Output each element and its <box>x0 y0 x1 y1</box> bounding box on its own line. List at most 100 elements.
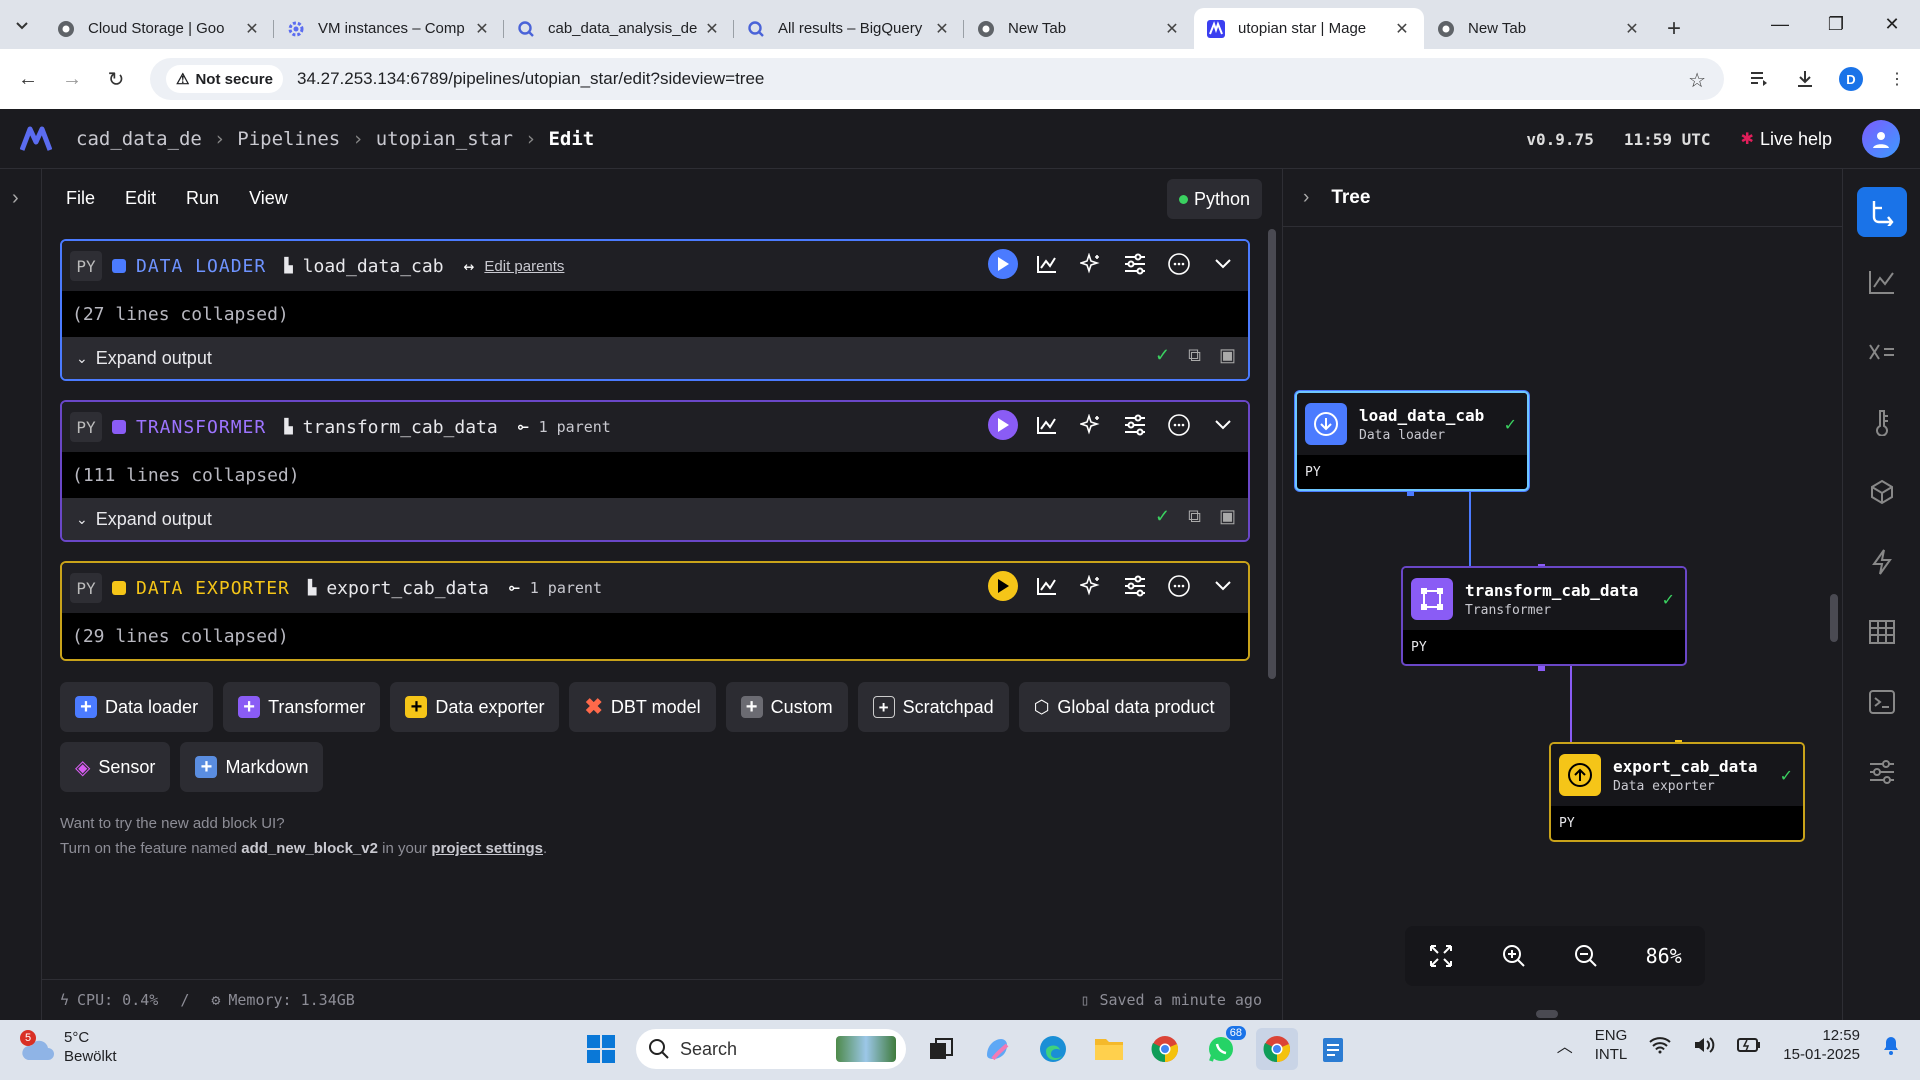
run-block-button[interactable] <box>988 249 1018 279</box>
add-global-data-product-button[interactable]: ⬡ Global data product <box>1018 682 1230 732</box>
file-explorer-icon[interactable] <box>1088 1028 1130 1070</box>
profile-avatar[interactable]: D <box>1828 59 1874 99</box>
save-icon[interactable]: ▣ <box>1219 345 1236 366</box>
close-icon[interactable]: ✕ <box>242 19 262 39</box>
settings-sliders-icon[interactable] <box>1120 571 1150 601</box>
download-icon[interactable] <box>1782 59 1828 99</box>
run-block-button[interactable] <box>988 571 1018 601</box>
notification-bell-icon[interactable] <box>1882 1035 1900 1055</box>
media-control-icon[interactable] <box>1736 59 1782 99</box>
variables-icon[interactable] <box>1857 327 1907 377</box>
open-external-icon[interactable]: ⧉ <box>1188 345 1201 366</box>
close-icon[interactable]: ✕ <box>472 19 492 39</box>
ai-sparkle-icon[interactable] <box>1076 249 1106 279</box>
tree-node-transformer[interactable]: transform_cab_data Transformer ✓ PY <box>1401 566 1687 666</box>
project-settings-link[interactable]: project settings <box>431 840 543 857</box>
add-transformer-button[interactable]: + Transformer <box>223 682 381 732</box>
parents-link[interactable]: ⟜ 1 parent <box>518 417 611 438</box>
user-avatar[interactable] <box>1862 120 1900 158</box>
breadcrumb-pipeline[interactable]: utopian_star <box>376 128 513 150</box>
notepad-icon[interactable] <box>1312 1028 1354 1070</box>
taskbar-search[interactable]: Search <box>636 1029 906 1069</box>
output-bar[interactable]: ⌄ Expand output ✓ ⧉ ▣ <box>62 337 1248 379</box>
add-scratchpad-button[interactable]: + Scratchpad <box>857 682 1009 732</box>
settings-sliders-icon[interactable] <box>1857 747 1907 797</box>
chrome-profile-icon[interactable] <box>1256 1028 1298 1070</box>
add-sensor-button[interactable]: ◈ Sensor <box>60 742 171 792</box>
chrome-icon[interactable] <box>1144 1028 1186 1070</box>
expand-sidebar-icon[interactable]: › <box>12 187 19 210</box>
chevron-down-icon[interactable] <box>1208 571 1238 601</box>
close-icon[interactable]: ✕ <box>702 19 722 39</box>
settings-sliders-icon[interactable] <box>1120 410 1150 440</box>
input-language[interactable]: ENG INTL <box>1595 1026 1628 1064</box>
chevron-up-icon[interactable]: ︿ <box>1557 1033 1573 1057</box>
block-filename[interactable]: ▙ transform_cab_data <box>284 417 498 438</box>
chart-icon[interactable] <box>1032 571 1062 601</box>
zoom-in-icon[interactable] <box>1501 943 1527 969</box>
breadcrumb-pipelines[interactable]: Pipelines <box>237 128 340 150</box>
cube-icon[interactable] <box>1857 467 1907 517</box>
kernel-language-button[interactable]: Python <box>1166 179 1262 219</box>
tree-view-icon[interactable] <box>1856 187 1907 237</box>
thermometer-icon[interactable] <box>1857 397 1907 447</box>
more-options-icon[interactable] <box>1164 410 1194 440</box>
add-custom-button[interactable]: + Custom <box>725 682 848 732</box>
browser-tab[interactable]: New Tab ✕ <box>964 8 1194 49</box>
collapsed-code[interactable]: (29 lines collapsed) <box>62 613 1248 659</box>
tab-search-icon[interactable] <box>0 0 44 49</box>
chart-icon[interactable] <box>1857 257 1907 307</box>
tree-scrollbar-v[interactable] <box>1830 594 1838 642</box>
add-data-loader-button[interactable]: + Data loader <box>60 682 214 732</box>
wifi-icon[interactable] <box>1649 1036 1671 1054</box>
more-options-icon[interactable] <box>1164 249 1194 279</box>
menu-run[interactable]: Run <box>186 188 219 209</box>
parents-link[interactable]: ⟜ 1 parent <box>509 578 602 599</box>
back-arrow-icon[interactable]: ← <box>6 59 50 99</box>
windows-start-icon[interactable] <box>580 1028 622 1070</box>
zoom-out-icon[interactable] <box>1573 943 1599 969</box>
menu-edit[interactable]: Edit <box>125 188 156 209</box>
battery-icon[interactable] <box>1737 1038 1761 1052</box>
add-markdown-button[interactable]: + Markdown <box>180 742 324 792</box>
new-tab-button[interactable]: + <box>1654 8 1694 49</box>
add-dbt-model-button[interactable]: ✖ DBT model <box>569 682 716 732</box>
fit-view-icon[interactable] <box>1428 943 1454 969</box>
more-options-icon[interactable] <box>1164 571 1194 601</box>
open-external-icon[interactable]: ⧉ <box>1188 506 1201 527</box>
omnibox[interactable]: ⚠ Not secure 34.27.253.134:6789/pipeline… <box>150 58 1724 100</box>
close-icon[interactable]: ✕ <box>1622 19 1642 39</box>
block-filename[interactable]: ▙ load_data_cab <box>284 256 443 277</box>
editor-scrollbar[interactable] <box>1268 229 1276 679</box>
browser-tab[interactable]: Cloud Storage | Goo ✕ <box>44 8 274 49</box>
browser-tab[interactable]: New Tab ✕ <box>1424 8 1654 49</box>
task-view-icon[interactable] <box>920 1028 962 1070</box>
collapsed-code[interactable]: (111 lines collapsed) <box>62 452 1248 498</box>
edit-parents-link[interactable]: ↔ Edit parents <box>464 256 565 277</box>
weather-widget[interactable]: 5 5°C Bewölkt <box>20 1028 117 1066</box>
reload-icon[interactable]: ↻ <box>94 59 138 99</box>
live-help-link[interactable]: ✱ Live help <box>1741 129 1832 150</box>
add-data-exporter-button[interactable]: + Data exporter <box>390 682 560 732</box>
browser-tab[interactable]: VM instances – Comp ✕ <box>274 8 504 49</box>
maximize-icon[interactable]: ❐ <box>1808 0 1864 49</box>
browser-tab-active[interactable]: utopian star | Mage ✕ <box>1194 8 1424 49</box>
forward-arrow-icon[interactable]: → <box>50 59 94 99</box>
browser-tab[interactable]: All results – BigQuery ✕ <box>734 8 964 49</box>
system-clock[interactable]: 12:59 15-01-2025 <box>1783 1026 1860 1064</box>
block-filename[interactable]: ▙ export_cab_data <box>308 578 489 599</box>
settings-sliders-icon[interactable] <box>1120 249 1150 279</box>
edge-icon[interactable] <box>1032 1028 1074 1070</box>
kebab-menu-icon[interactable]: ⋮ <box>1874 59 1920 99</box>
chevron-down-icon[interactable] <box>1208 410 1238 440</box>
output-bar[interactable]: ⌄ Expand output ✓ ⧉ ▣ <box>62 498 1248 540</box>
close-icon[interactable]: ✕ <box>1392 19 1412 39</box>
tree-node-data-loader[interactable]: load_data_cab Data loader ✓ PY <box>1295 391 1529 491</box>
chevron-down-icon[interactable] <box>1208 249 1238 279</box>
chart-icon[interactable] <box>1032 249 1062 279</box>
save-icon[interactable]: ▣ <box>1219 506 1236 527</box>
tree-node-data-exporter[interactable]: export_cab_data Data exporter ✓ PY <box>1549 742 1805 842</box>
collapsed-code[interactable]: (27 lines collapsed) <box>62 291 1248 337</box>
whatsapp-icon[interactable]: 68 <box>1200 1026 1246 1070</box>
ai-sparkle-icon[interactable] <box>1076 410 1106 440</box>
